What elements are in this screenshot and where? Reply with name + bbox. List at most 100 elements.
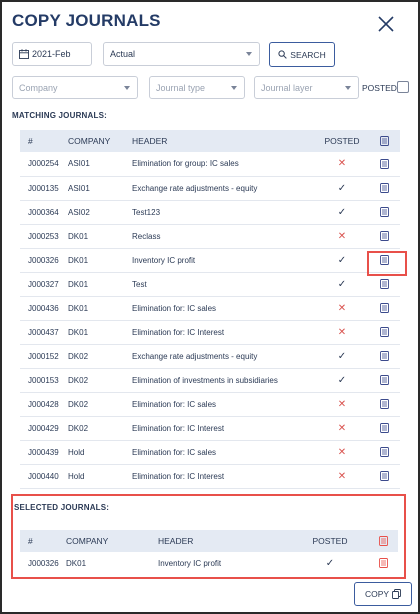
document-icon (368, 130, 400, 152)
chevron-down-icon (246, 52, 252, 56)
not-posted-icon: ✕ (337, 470, 347, 482)
journal-number: J000437 (20, 320, 68, 345)
journal-posted: ✕ (316, 416, 368, 441)
journal-layer-select[interactable]: Journal layer (254, 76, 359, 99)
column-header-header: HEADER (132, 130, 316, 152)
document-icon[interactable] (368, 464, 400, 489)
chevron-down-icon (345, 85, 351, 90)
journal-number: J000364 (20, 200, 68, 225)
column-header-posted: POSTED (316, 130, 368, 152)
journal-header: Inventory IC profit (132, 248, 316, 273)
document-icon[interactable] (368, 368, 400, 393)
posted-check-icon: ✓ (337, 278, 347, 290)
journal-posted: ✕ (316, 320, 368, 345)
posted-filter-label: POSTED (362, 83, 397, 93)
table-row[interactable]: J000253 DK01 Reclass ✕ (20, 224, 400, 249)
journal-number: J000253 (20, 224, 68, 249)
company-select[interactable]: Company (12, 76, 138, 99)
document-icon[interactable] (368, 296, 400, 321)
table-row[interactable]: J000135 ASI01 Exchange rate adjustments - … (20, 176, 400, 201)
table-row[interactable]: J000429 DK02 Elimination for: IC Interest ✕ (20, 416, 400, 441)
journal-posted: ✓ (316, 368, 368, 393)
table-row[interactable]: J000152 DK02 Exchange rate adjustments - e… (20, 344, 400, 369)
search-button[interactable]: SEARCH (269, 42, 335, 67)
table-row[interactable]: J000254 ASI01 Elimination for group: IC sa… (20, 152, 400, 177)
not-posted-icon: ✕ (337, 302, 347, 314)
journal-company: DK01 (68, 224, 132, 249)
not-posted-icon: ✕ (337, 158, 347, 170)
journal-header: Exchange rate adjustments - equity (132, 176, 316, 201)
scenario-select[interactable]: Actual (103, 42, 260, 66)
journal-layer-placeholder: Journal layer (261, 82, 313, 93)
document-icon[interactable] (368, 152, 400, 177)
journal-number: J000436 (20, 296, 68, 321)
document-icon[interactable] (368, 392, 400, 417)
journal-company: DK02 (68, 368, 132, 393)
journal-number: J000326 (28, 558, 59, 568)
close-icon[interactable] (376, 14, 396, 34)
table-row[interactable]: J000364 ASI02 Test123 ✓ (20, 200, 400, 225)
chevron-down-icon (124, 85, 130, 90)
posted-check-icon: ✓ (337, 254, 347, 266)
posted-check-icon: ✓ (337, 350, 347, 362)
journal-company: DK02 (68, 416, 132, 441)
journal-posted: ✓ (316, 176, 368, 201)
document-icon[interactable] (368, 176, 400, 201)
table-row[interactable]: J000327 DK01 Test ✓ (20, 272, 400, 297)
journal-number: J000429 (20, 416, 68, 441)
copy-label: COPY (364, 589, 390, 599)
not-posted-icon: ✕ (337, 398, 347, 410)
table-row[interactable]: J000440 Hold Elimination for: IC Interest ✕ (20, 464, 400, 489)
copy-button[interactable]: COPY (354, 582, 412, 606)
remove-document-icon[interactable] (368, 552, 398, 574)
posted-check-icon: ✓ (325, 557, 335, 569)
period-value: 2021-Feb (32, 49, 71, 59)
journal-header: Elimination for: IC Interest (132, 416, 316, 441)
document-icon[interactable] (368, 416, 400, 441)
document-icon[interactable] (368, 200, 400, 225)
table-row[interactable]: J000326 DK01 Inventory IC profit ✓ (20, 248, 400, 273)
highlight-box (367, 251, 407, 276)
journal-header: Exchange rate adjustments - equity (132, 344, 316, 369)
journal-posted: ✕ (316, 464, 368, 489)
copy-journals-dialog: COPY JOURNALS 2021-Feb Actual SEARCH Com… (0, 0, 420, 614)
journal-header: Elimination of investments in subsidiari… (132, 368, 316, 393)
journal-company: DK02 (68, 392, 132, 417)
search-icon (278, 50, 288, 59)
journal-company: DK01 (66, 558, 87, 568)
period-picker[interactable]: 2021-Feb (12, 42, 92, 66)
table-row[interactable]: J000153 DK02 Elimination of investments in… (20, 368, 400, 393)
journal-header: Elimination for group: IC sales (132, 152, 316, 177)
journal-number: J000254 (20, 152, 68, 177)
journal-posted: ✓ (316, 200, 368, 225)
table-row[interactable]: J000436 DK01 Elimination for: IC sales ✕ (20, 296, 400, 321)
table-row[interactable]: J000439 Hold Elimination for: IC sales ✕ (20, 440, 400, 465)
journal-header: Inventory IC profit (158, 558, 222, 568)
scenario-value: Actual (110, 49, 136, 59)
table-row[interactable]: J000428 DK02 Elimination for: IC sales ✕ (20, 392, 400, 417)
document-icon[interactable] (368, 320, 400, 345)
matching-journals-table: # COMPANY HEADER POSTED J000254 ASI01 Elim… (20, 130, 400, 489)
document-icon[interactable] (368, 224, 400, 249)
selected-journals-label: SELECTED JOURNALS: (14, 503, 110, 512)
not-posted-icon: ✕ (337, 422, 347, 434)
journal-number: J000327 (20, 272, 68, 297)
journal-type-select[interactable]: Journal type (149, 76, 245, 99)
journal-company: DK01 (68, 272, 132, 297)
column-header-header: HEADER (158, 530, 292, 552)
table-row[interactable]: J000326 DK01 Inventory IC profit ✓ (20, 552, 398, 574)
journal-company: ASI02 (68, 200, 132, 225)
column-header-company: COMPANY (68, 130, 132, 152)
journal-number: J000440 (20, 464, 68, 489)
document-icon[interactable] (368, 344, 400, 369)
journal-posted: ✕ (316, 152, 368, 177)
journal-company: Hold (68, 464, 132, 489)
remove-document-icon (368, 530, 398, 552)
journal-header: Test (132, 272, 316, 297)
journal-company: ASI01 (68, 176, 132, 201)
journal-header: Elimination for: IC sales (132, 392, 316, 417)
posted-filter-checkbox[interactable] (397, 81, 409, 93)
matching-journals-label: MATCHING JOURNALS: (12, 111, 108, 120)
table-row[interactable]: J000437 DK01 Elimination for: IC Interest ✕ (20, 320, 400, 345)
document-icon[interactable] (368, 440, 400, 465)
